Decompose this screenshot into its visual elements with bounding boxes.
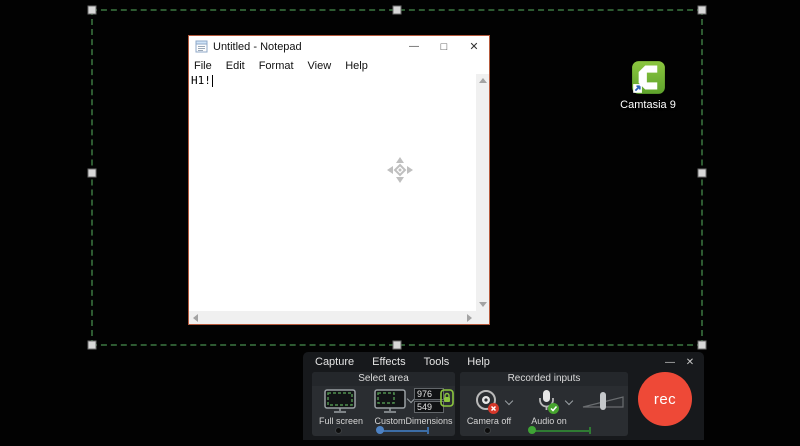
notepad-window: Untitled - Notepad — □ ✕ File Edit Forma… [188, 35, 490, 325]
custom-toggle-dot[interactable] [376, 426, 384, 434]
volume-slider[interactable] [582, 389, 624, 415]
notepad-text-area[interactable]: H1! [189, 74, 489, 324]
recorder-minimize-button[interactable]: — [662, 352, 678, 372]
camera-toggle-dot[interactable] [484, 427, 491, 434]
select-area-panel: Select area Full screen Custom [312, 372, 455, 436]
audio-on-badge [548, 403, 559, 414]
notepad-titlebar[interactable]: Untitled - Notepad — □ ✕ [189, 36, 489, 57]
recorder-menubar: Capture Effects Tools Help — ✕ [303, 352, 704, 372]
selection-handle-mid-left[interactable] [88, 169, 97, 178]
recorder-menu-effects[interactable]: Effects [372, 356, 405, 368]
move-crosshair-icon[interactable] [386, 156, 414, 184]
notepad-maximize-button[interactable]: □ [429, 36, 459, 57]
camtasia-app-icon [631, 60, 666, 95]
notepad-minimize-button[interactable]: — [399, 36, 429, 57]
desktop-icon-label: Camtasia 9 [612, 99, 684, 111]
selection-handle-bottom-center[interactable] [393, 341, 402, 350]
selection-handle-bottom-left[interactable] [88, 341, 97, 350]
select-area-header: Select area [312, 372, 455, 386]
scroll-right-icon[interactable] [467, 314, 472, 322]
notepad-menu-file[interactable]: File [189, 60, 219, 72]
full-screen-monitor-icon[interactable] [324, 389, 356, 413]
resize-grip[interactable] [476, 311, 489, 324]
scroll-down-icon[interactable] [479, 302, 487, 307]
camera-label: Camera off [460, 416, 518, 426]
selection-handle-top-center[interactable] [393, 6, 402, 15]
lock-aspect-icon[interactable] [440, 389, 454, 407]
selection-handle-top-right[interactable] [698, 6, 707, 15]
rec-button-label: rec [654, 391, 676, 408]
full-screen-label: Full screen [312, 416, 370, 426]
notepad-app-icon [195, 40, 208, 53]
recorder-menu-help[interactable]: Help [467, 356, 490, 368]
recorder-close-button[interactable]: ✕ [682, 352, 698, 372]
audio-slider-track [532, 430, 590, 432]
audio-slider-end-tick [589, 427, 591, 434]
notepad-menubar: File Edit Format View Help [189, 57, 489, 74]
recorded-inputs-panel: Recorded inputs Camera off Audio on [460, 372, 628, 436]
desktop: Untitled - Notepad — □ ✕ File Edit Forma… [0, 0, 800, 446]
scroll-up-icon[interactable] [479, 78, 487, 83]
custom-area-monitor-icon[interactable] [374, 389, 406, 413]
microphone-icon[interactable] [534, 388, 560, 415]
text-caret [212, 75, 213, 87]
recorder-menu-capture[interactable]: Capture [315, 356, 354, 368]
full-screen-toggle-dot[interactable] [335, 427, 342, 434]
notepad-menu-format[interactable]: Format [252, 60, 301, 72]
area-slider-track [380, 430, 428, 432]
audio-label: Audio on [522, 416, 576, 426]
notepad-document-text: H1! [191, 74, 211, 87]
camera-icon[interactable] [474, 389, 500, 415]
recorded-inputs-header: Recorded inputs [460, 372, 628, 386]
notepad-menu-view[interactable]: View [301, 60, 339, 72]
notepad-window-title: Untitled - Notepad [213, 41, 302, 53]
notepad-menu-edit[interactable]: Edit [219, 60, 252, 72]
horizontal-scrollbar[interactable] [189, 311, 476, 324]
camera-chevron-down-icon[interactable] [505, 397, 513, 405]
selection-handle-mid-right[interactable] [698, 169, 707, 178]
vertical-scrollbar[interactable] [476, 74, 489, 311]
dimensions-label: Dimensions [404, 416, 454, 426]
recorder-menu-tools[interactable]: Tools [424, 356, 450, 368]
selection-handle-bottom-right[interactable] [698, 341, 707, 350]
selection-handle-top-left[interactable] [88, 6, 97, 15]
notepad-close-button[interactable]: ✕ [459, 36, 489, 57]
rec-button[interactable]: rec [638, 372, 692, 426]
audio-chevron-down-icon[interactable] [565, 397, 573, 405]
camtasia-recorder-window: Capture Effects Tools Help — ✕ Select ar… [303, 352, 704, 440]
scroll-left-icon[interactable] [193, 314, 198, 322]
notepad-menu-help[interactable]: Help [338, 60, 375, 72]
desktop-icon-camtasia[interactable]: Camtasia 9 [612, 60, 684, 111]
volume-slider-handle [600, 392, 606, 410]
area-slider-end-tick [427, 427, 429, 434]
audio-toggle-dot[interactable] [528, 426, 536, 434]
